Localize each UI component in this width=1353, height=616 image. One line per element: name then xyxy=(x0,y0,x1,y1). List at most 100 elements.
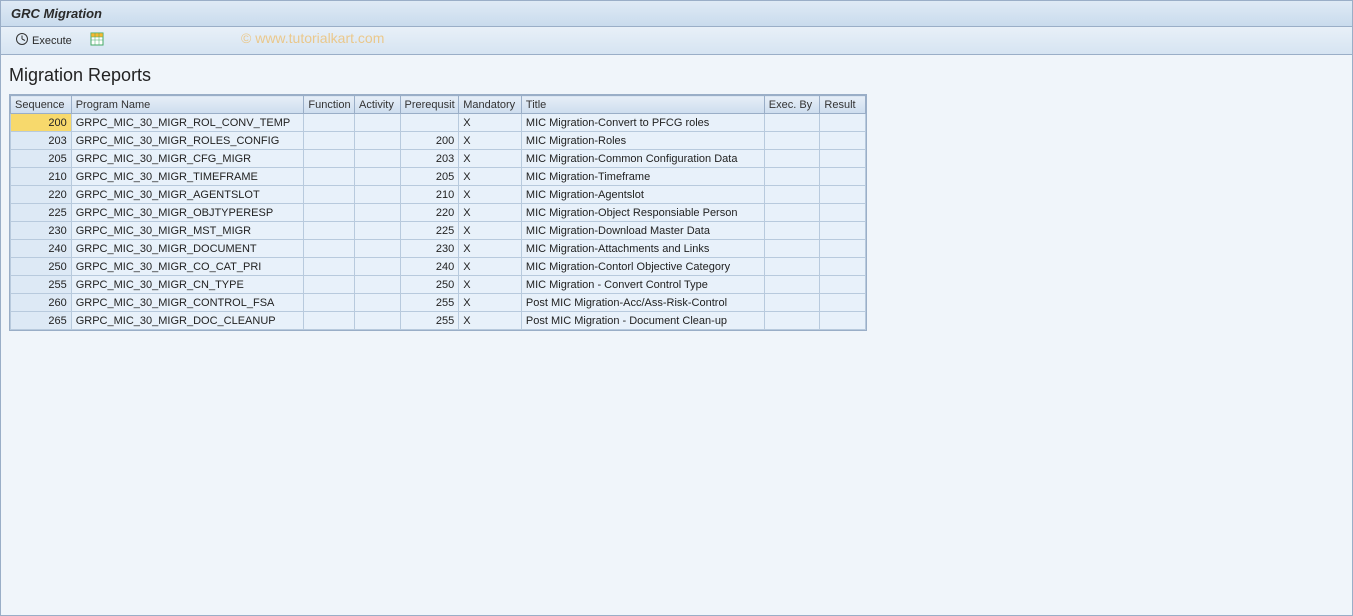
cell-program-name[interactable]: GRPC_MIC_30_MIGR_DOCUMENT xyxy=(71,240,304,258)
cell-function[interactable] xyxy=(304,240,355,258)
cell-activity[interactable] xyxy=(355,204,401,222)
col-header-exec-by[interactable]: Exec. By xyxy=(764,96,820,114)
cell-function[interactable] xyxy=(304,222,355,240)
cell-mandatory[interactable]: X xyxy=(459,114,522,132)
table-row[interactable]: 260GRPC_MIC_30_MIGR_CONTROL_FSA255XPost … xyxy=(11,294,866,312)
cell-sequence[interactable]: 230 xyxy=(11,222,72,240)
col-header-activity[interactable]: Activity xyxy=(355,96,401,114)
cell-program-name[interactable]: GRPC_MIC_30_MIGR_OBJTYPERESP xyxy=(71,204,304,222)
cell-result[interactable] xyxy=(820,258,866,276)
col-header-prerequisit[interactable]: Prerequsit xyxy=(400,96,459,114)
cell-program-name[interactable]: GRPC_MIC_30_MIGR_CONTROL_FSA xyxy=(71,294,304,312)
cell-title[interactable]: MIC Migration-Download Master Data xyxy=(521,222,764,240)
cell-sequence[interactable]: 203 xyxy=(11,132,72,150)
cell-sequence[interactable]: 260 xyxy=(11,294,72,312)
cell-prerequisit[interactable]: 200 xyxy=(400,132,459,150)
cell-function[interactable] xyxy=(304,276,355,294)
table-row[interactable]: 203GRPC_MIC_30_MIGR_ROLES_CONFIG 200XMIC … xyxy=(11,132,866,150)
col-header-function[interactable]: Function xyxy=(304,96,355,114)
cell-prerequisit[interactable]: 220 xyxy=(400,204,459,222)
cell-exec-by[interactable] xyxy=(764,312,820,330)
cell-title[interactable]: MIC Migration-Common Configuration Data xyxy=(521,150,764,168)
cell-exec-by[interactable] xyxy=(764,204,820,222)
cell-sequence[interactable]: 250 xyxy=(11,258,72,276)
cell-mandatory[interactable]: X xyxy=(459,186,522,204)
cell-activity[interactable] xyxy=(355,186,401,204)
cell-exec-by[interactable] xyxy=(764,114,820,132)
col-header-sequence[interactable]: Sequence xyxy=(11,96,72,114)
cell-program-name[interactable]: GRPC_MIC_30_MIGR_TIMEFRAME xyxy=(71,168,304,186)
cell-title[interactable]: MIC Migration-Contorl Objective Category xyxy=(521,258,764,276)
cell-prerequisit[interactable]: 225 xyxy=(400,222,459,240)
cell-function[interactable] xyxy=(304,168,355,186)
cell-prerequisit[interactable]: 203 xyxy=(400,150,459,168)
cell-title[interactable]: MIC Migration-Object Responsiable Person xyxy=(521,204,764,222)
cell-result[interactable] xyxy=(820,168,866,186)
cell-exec-by[interactable] xyxy=(764,240,820,258)
layout-button[interactable] xyxy=(88,30,106,51)
table-row[interactable]: 240GRPC_MIC_30_MIGR_DOCUMENT230XMIC Migr… xyxy=(11,240,866,258)
cell-exec-by[interactable] xyxy=(764,276,820,294)
cell-program-name[interactable]: GRPC_MIC_30_MIGR_CFG_MIGR xyxy=(71,150,304,168)
cell-activity[interactable] xyxy=(355,168,401,186)
execute-button[interactable]: Execute xyxy=(11,30,76,51)
cell-prerequisit[interactable]: 255 xyxy=(400,312,459,330)
cell-prerequisit[interactable] xyxy=(400,114,459,132)
cell-mandatory[interactable]: X xyxy=(459,258,522,276)
table-row[interactable]: 265GRPC_MIC_30_MIGR_DOC_CLEANUP255XPost … xyxy=(11,312,866,330)
cell-prerequisit[interactable]: 210 xyxy=(400,186,459,204)
table-row[interactable]: 220GRPC_MIC_30_MIGR_AGENTSLOT210XMIC Mig… xyxy=(11,186,866,204)
cell-prerequisit[interactable]: 230 xyxy=(400,240,459,258)
cell-mandatory[interactable]: X xyxy=(459,150,522,168)
cell-function[interactable] xyxy=(304,132,355,150)
cell-program-name[interactable]: GRPC_MIC_30_MIGR_ROLES_CONFIG xyxy=(71,132,304,150)
table-row[interactable]: 255GRPC_MIC_30_MIGR_CN_TYPE250XMIC Migra… xyxy=(11,276,866,294)
cell-sequence[interactable]: 265 xyxy=(11,312,72,330)
col-header-title[interactable]: Title xyxy=(521,96,764,114)
cell-exec-by[interactable] xyxy=(764,186,820,204)
cell-activity[interactable] xyxy=(355,222,401,240)
col-header-result[interactable]: Result xyxy=(820,96,866,114)
cell-result[interactable] xyxy=(820,132,866,150)
cell-result[interactable] xyxy=(820,204,866,222)
cell-activity[interactable] xyxy=(355,114,401,132)
cell-mandatory[interactable]: X xyxy=(459,240,522,258)
cell-sequence[interactable]: 205 xyxy=(11,150,72,168)
cell-activity[interactable] xyxy=(355,240,401,258)
cell-exec-by[interactable] xyxy=(764,258,820,276)
cell-exec-by[interactable] xyxy=(764,150,820,168)
cell-result[interactable] xyxy=(820,114,866,132)
cell-prerequisit[interactable]: 205 xyxy=(400,168,459,186)
cell-sequence[interactable]: 255 xyxy=(11,276,72,294)
cell-function[interactable] xyxy=(304,150,355,168)
cell-mandatory[interactable]: X xyxy=(459,204,522,222)
cell-title[interactable]: Post MIC Migration - Document Clean-up xyxy=(521,312,764,330)
cell-activity[interactable] xyxy=(355,132,401,150)
cell-result[interactable] xyxy=(820,276,866,294)
cell-mandatory[interactable]: X xyxy=(459,132,522,150)
cell-function[interactable] xyxy=(304,114,355,132)
cell-function[interactable] xyxy=(304,186,355,204)
cell-prerequisit[interactable]: 255 xyxy=(400,294,459,312)
cell-prerequisit[interactable]: 250 xyxy=(400,276,459,294)
cell-program-name[interactable]: GRPC_MIC_30_MIGR_CN_TYPE xyxy=(71,276,304,294)
cell-prerequisit[interactable]: 240 xyxy=(400,258,459,276)
table-row[interactable]: 200GRPC_MIC_30_MIGR_ROL_CONV_TEMPXMIC Mi… xyxy=(11,114,866,132)
cell-activity[interactable] xyxy=(355,294,401,312)
cell-exec-by[interactable] xyxy=(764,222,820,240)
cell-exec-by[interactable] xyxy=(764,132,820,150)
cell-activity[interactable] xyxy=(355,150,401,168)
cell-sequence[interactable]: 210 xyxy=(11,168,72,186)
cell-exec-by[interactable] xyxy=(764,168,820,186)
cell-title[interactable]: MIC Migration-Roles xyxy=(521,132,764,150)
cell-program-name[interactable]: GRPC_MIC_30_MIGR_MST_MIGR xyxy=(71,222,304,240)
cell-exec-by[interactable] xyxy=(764,294,820,312)
cell-result[interactable] xyxy=(820,186,866,204)
cell-result[interactable] xyxy=(820,312,866,330)
table-row[interactable]: 250GRPC_MIC_30_MIGR_CO_CAT_PRI240XMIC Mi… xyxy=(11,258,866,276)
cell-program-name[interactable]: GRPC_MIC_30_MIGR_AGENTSLOT xyxy=(71,186,304,204)
cell-mandatory[interactable]: X xyxy=(459,168,522,186)
cell-title[interactable]: MIC Migration-Timeframe xyxy=(521,168,764,186)
col-header-mandatory[interactable]: Mandatory xyxy=(459,96,522,114)
cell-activity[interactable] xyxy=(355,258,401,276)
